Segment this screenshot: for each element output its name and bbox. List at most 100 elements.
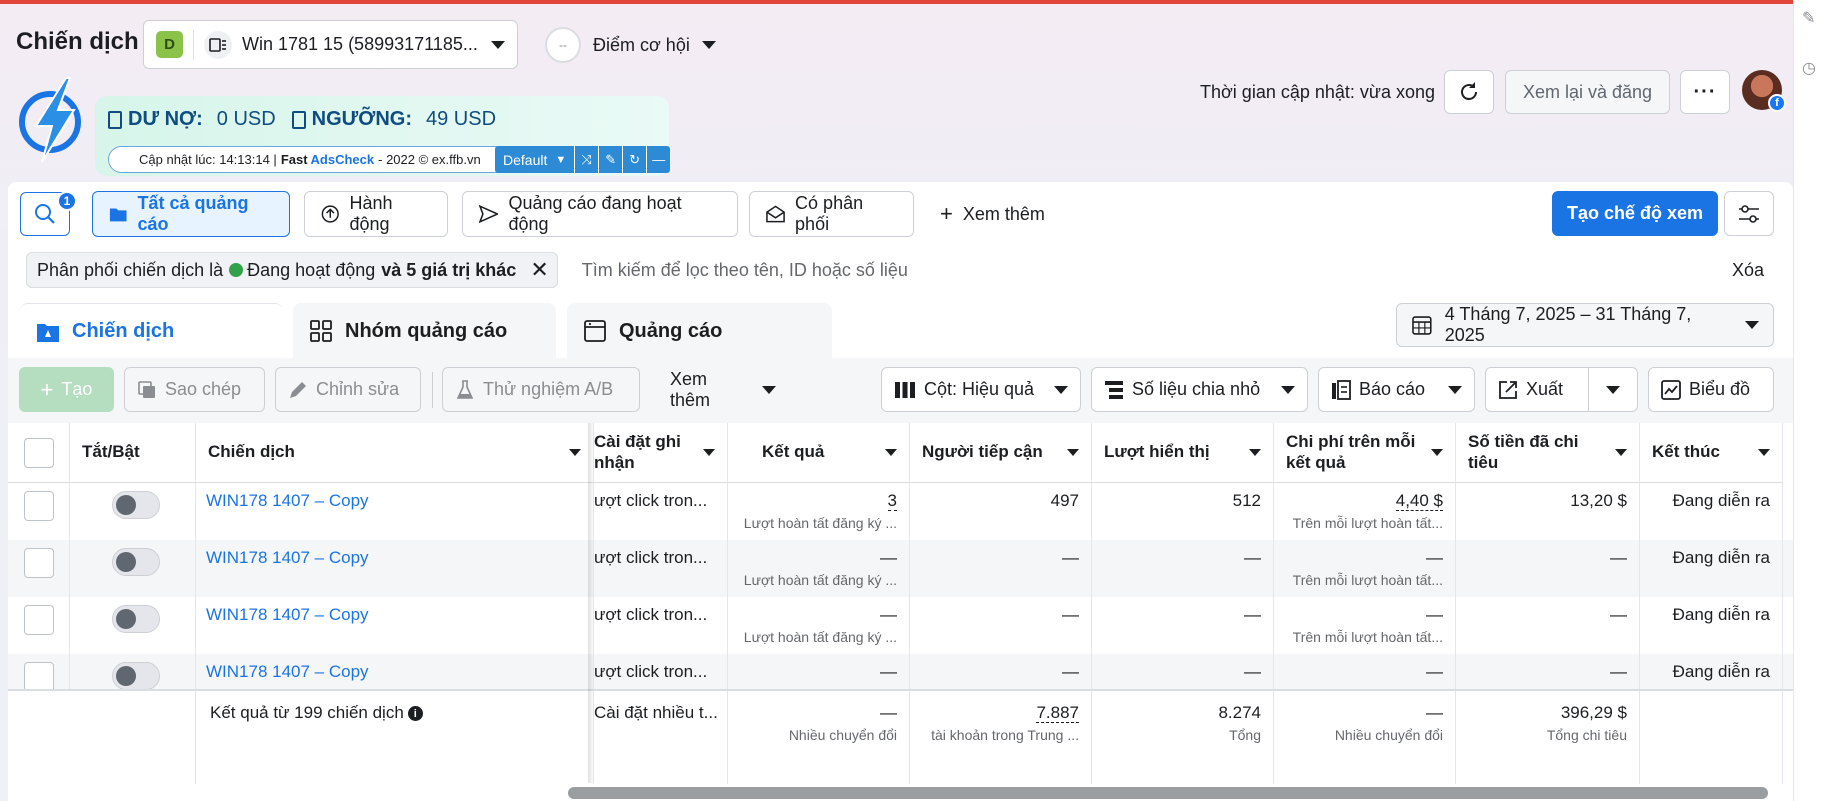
see-more-button[interactable]: Xem thêm: [658, 367, 788, 412]
ab-test-button[interactable]: Thử nghiệm A/B: [442, 367, 640, 412]
copy-label: Sao chép: [165, 379, 242, 399]
review-publish-button[interactable]: Xem lại và đăng: [1505, 70, 1670, 114]
chip-all-ads[interactable]: Tất cả quảng cáo: [92, 191, 290, 237]
chevron-down-icon: [1281, 385, 1295, 394]
attribution-cell: ượt click tron...: [594, 540, 728, 597]
campaign-name[interactable]: WIN178 1407 – Copy: [196, 540, 594, 597]
opportunity-score[interactable]: -- Điểm cơ hội: [545, 26, 716, 64]
campaign-name[interactable]: WIN178 1407 – Copy: [196, 597, 594, 654]
row-checkbox[interactable]: [24, 662, 54, 689]
filter-chip-delivery[interactable]: Phân phối chiến dịch là Đang hoạt động v…: [26, 252, 558, 288]
table-row[interactable]: WIN178 1407 – Copy ượt click tron... — —…: [8, 654, 1793, 689]
header-campaign[interactable]: Chiến dịch: [196, 423, 594, 483]
cost-per-result-cell: 4,40 $ Trên mỗi lượt hoàn tất...: [1274, 483, 1456, 540]
campaign-toggle[interactable]: [112, 548, 160, 576]
chip-with-delivery[interactable]: Có phân phối: [749, 191, 914, 237]
info-icon[interactable]: i: [407, 706, 423, 722]
export-icon: [1499, 380, 1517, 399]
threshold-label: NGƯỠNG:: [311, 108, 412, 130]
refresh-button[interactable]: [1444, 70, 1494, 114]
table-row[interactable]: WIN178 1407 – Copy ượt click tron... — Lư…: [8, 540, 1793, 597]
campaign-toggle[interactable]: [112, 605, 160, 633]
ad-account-icon: [204, 30, 232, 59]
minimize-icon[interactable]: —: [646, 146, 671, 173]
account-name: Win 1781 15 (58993171185...: [242, 34, 478, 54]
brand-fast: Fast: [280, 152, 308, 167]
impressions-cell: —: [1092, 597, 1274, 654]
row-checkbox[interactable]: [24, 605, 54, 635]
brand-adscheck[interactable]: AdsCheck: [311, 152, 375, 167]
breakdown-label: Số liệu chia nhỏ: [1132, 379, 1261, 399]
clear-filters-button[interactable]: Xóa: [1732, 260, 1764, 281]
send-icon: [479, 205, 499, 223]
create-view-button[interactable]: Tạo chế độ xem: [1552, 191, 1718, 236]
copy-button[interactable]: Sao chép: [124, 367, 265, 412]
row-checkbox[interactable]: [24, 491, 54, 521]
lightning-logo-icon: [19, 77, 81, 163]
summary-results: — Nhiều chuyển đổi: [728, 691, 910, 784]
account-selector[interactable]: D Win 1781 15 (58993171185...: [143, 20, 518, 69]
search-input[interactable]: Tìm kiếm để lọc theo tên, ID hoặc số liệ…: [582, 260, 1732, 281]
campaign-toggle[interactable]: [112, 491, 160, 519]
more-options-button[interactable]: ···: [1680, 70, 1730, 114]
arrow-up-circle-icon: [321, 205, 339, 223]
clock-icon[interactable]: ◷: [1802, 58, 1816, 78]
chip-active-ads[interactable]: Quảng cáo đang hoạt động: [462, 191, 738, 237]
chart-button[interactable]: Biểu đồ: [1648, 367, 1774, 412]
tab-label: Chiến dịch: [72, 320, 175, 342]
folder-icon: [109, 208, 127, 222]
header-ends[interactable]: Kết thúc: [1640, 423, 1783, 483]
chevron-down-icon: [1606, 385, 1620, 394]
shuffle-icon[interactable]: ⤨: [574, 146, 599, 173]
cost-per-result-cell: — Trên mỗi lượt hoàn tất...: [1274, 597, 1456, 654]
export-dropdown-button[interactable]: [1588, 367, 1638, 412]
sort-caret-icon: [1758, 449, 1770, 456]
grid-icon: [310, 320, 332, 342]
table-row[interactable]: WIN178 1407 – Copy ượt click tron... — Lư…: [8, 597, 1793, 654]
opportunity-score-label: Điểm cơ hội: [593, 34, 690, 55]
header-amount-spent[interactable]: Số tiền đã chi tiêu: [1456, 423, 1640, 483]
horizontal-scrollbar[interactable]: [568, 787, 1768, 799]
search-count-badge: 1: [57, 191, 77, 211]
table-row[interactable]: WIN178 1407 – Copy ượt click tron... 3 Lư…: [8, 483, 1793, 540]
row-checkbox[interactable]: [24, 548, 54, 578]
chip-see-more[interactable]: + Xem thêm: [924, 191, 1074, 237]
edit-icon[interactable]: ✎: [598, 146, 623, 173]
chip-label: Có phân phối: [795, 193, 864, 234]
campaign-toggle[interactable]: [112, 662, 160, 689]
create-button[interactable]: + Tạo: [19, 367, 114, 412]
chip-actions[interactable]: Hành động: [304, 191, 448, 237]
refresh-icon[interactable]: ↻: [622, 146, 647, 173]
header-cost-per-result[interactable]: Chi phí trên mỗi kết quả: [1274, 423, 1456, 483]
view-settings-button[interactable]: [1724, 191, 1774, 236]
tab-campaigns[interactable]: Chiến dịch: [20, 303, 283, 359]
header-attribution[interactable]: Cài đặt ghi nhận: [594, 423, 728, 483]
row-select-cell: [8, 597, 70, 654]
reports-button[interactable]: Báo cáo: [1318, 367, 1475, 412]
edit-button[interactable]: Chỉnh sửa: [275, 367, 421, 412]
header-results[interactable]: Kết quả: [728, 423, 910, 483]
tab-ad-sets[interactable]: Nhóm quảng cáo: [293, 303, 556, 359]
filter-prefix: Phân phối chiến dịch là: [37, 259, 224, 280]
select-all-checkbox[interactable]: [23, 437, 54, 468]
refresh-icon: [1461, 82, 1477, 100]
close-icon[interactable]: ✕: [530, 257, 548, 283]
dollar-document-icon: [291, 110, 306, 129]
tab-label: Nhóm quảng cáo: [345, 319, 508, 342]
header-reach[interactable]: Người tiếp cận: [910, 423, 1092, 483]
amount-spent-cell: 13,20 $: [1456, 483, 1640, 540]
date-range-picker[interactable]: 4 Tháng 7, 2025 – 31 Tháng 7, 2025: [1396, 303, 1774, 347]
pencil-icon[interactable]: ✎: [1802, 8, 1815, 28]
chip-label: Hành động: [349, 193, 393, 234]
campaign-name[interactable]: WIN178 1407 – Copy: [196, 483, 594, 540]
see-more-label: Xem thêm: [670, 368, 711, 410]
preset-select[interactable]: Default ▼: [495, 146, 575, 173]
chip-label: Tất cả quảng cáo: [137, 193, 249, 234]
breakdown-button[interactable]: Số liệu chia nhỏ: [1091, 367, 1308, 412]
header-impressions[interactable]: Lượt hiển thị: [1092, 423, 1274, 483]
chevron-down-icon: [762, 385, 776, 394]
columns-button[interactable]: Cột: Hiệu quả: [881, 367, 1081, 412]
export-button[interactable]: Xuất: [1485, 367, 1589, 412]
tab-ads[interactable]: Quảng cáo: [567, 303, 832, 359]
campaign-name[interactable]: WIN178 1407 – Copy: [196, 654, 594, 689]
